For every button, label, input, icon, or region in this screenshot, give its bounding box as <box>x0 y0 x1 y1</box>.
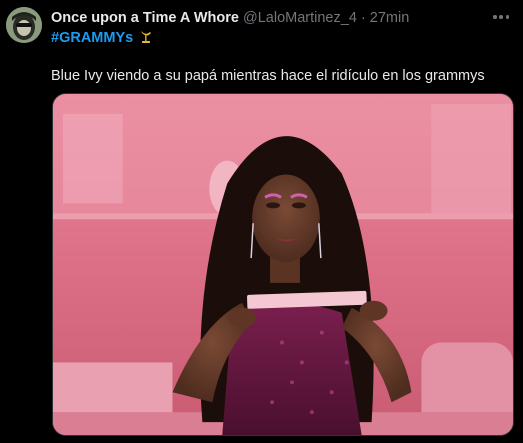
tweet-photo[interactable] <box>52 93 514 436</box>
tweet-timestamp[interactable]: 27min <box>370 10 410 26</box>
more-options-button[interactable] <box>493 8 509 26</box>
tweet-card[interactable]: Once upon a Time A Whore @LaloMartinez_4… <box>0 0 523 443</box>
more-dot-icon <box>493 15 497 19</box>
author-name[interactable]: Once upon a Time A Whore <box>51 10 239 26</box>
avatar-image <box>6 7 42 43</box>
more-dot-icon <box>499 15 503 19</box>
avatar[interactable] <box>6 7 42 43</box>
grammy-gramophone-icon <box>139 29 153 50</box>
tweet-header: Once upon a Time A Whore @LaloMartinez_4… <box>51 8 483 28</box>
header-separator: · <box>360 10 366 26</box>
more-dot-icon <box>505 15 509 19</box>
author-handle[interactable]: @LaloMartinez_4 <box>243 10 357 26</box>
tweet-text: Blue Ivy viendo a su papá mientras hace … <box>51 68 485 84</box>
hashtag-line: #GRAMMYs <box>51 28 153 48</box>
photo-image <box>53 94 513 435</box>
hashtag-link[interactable]: #GRAMMYs <box>51 30 133 46</box>
